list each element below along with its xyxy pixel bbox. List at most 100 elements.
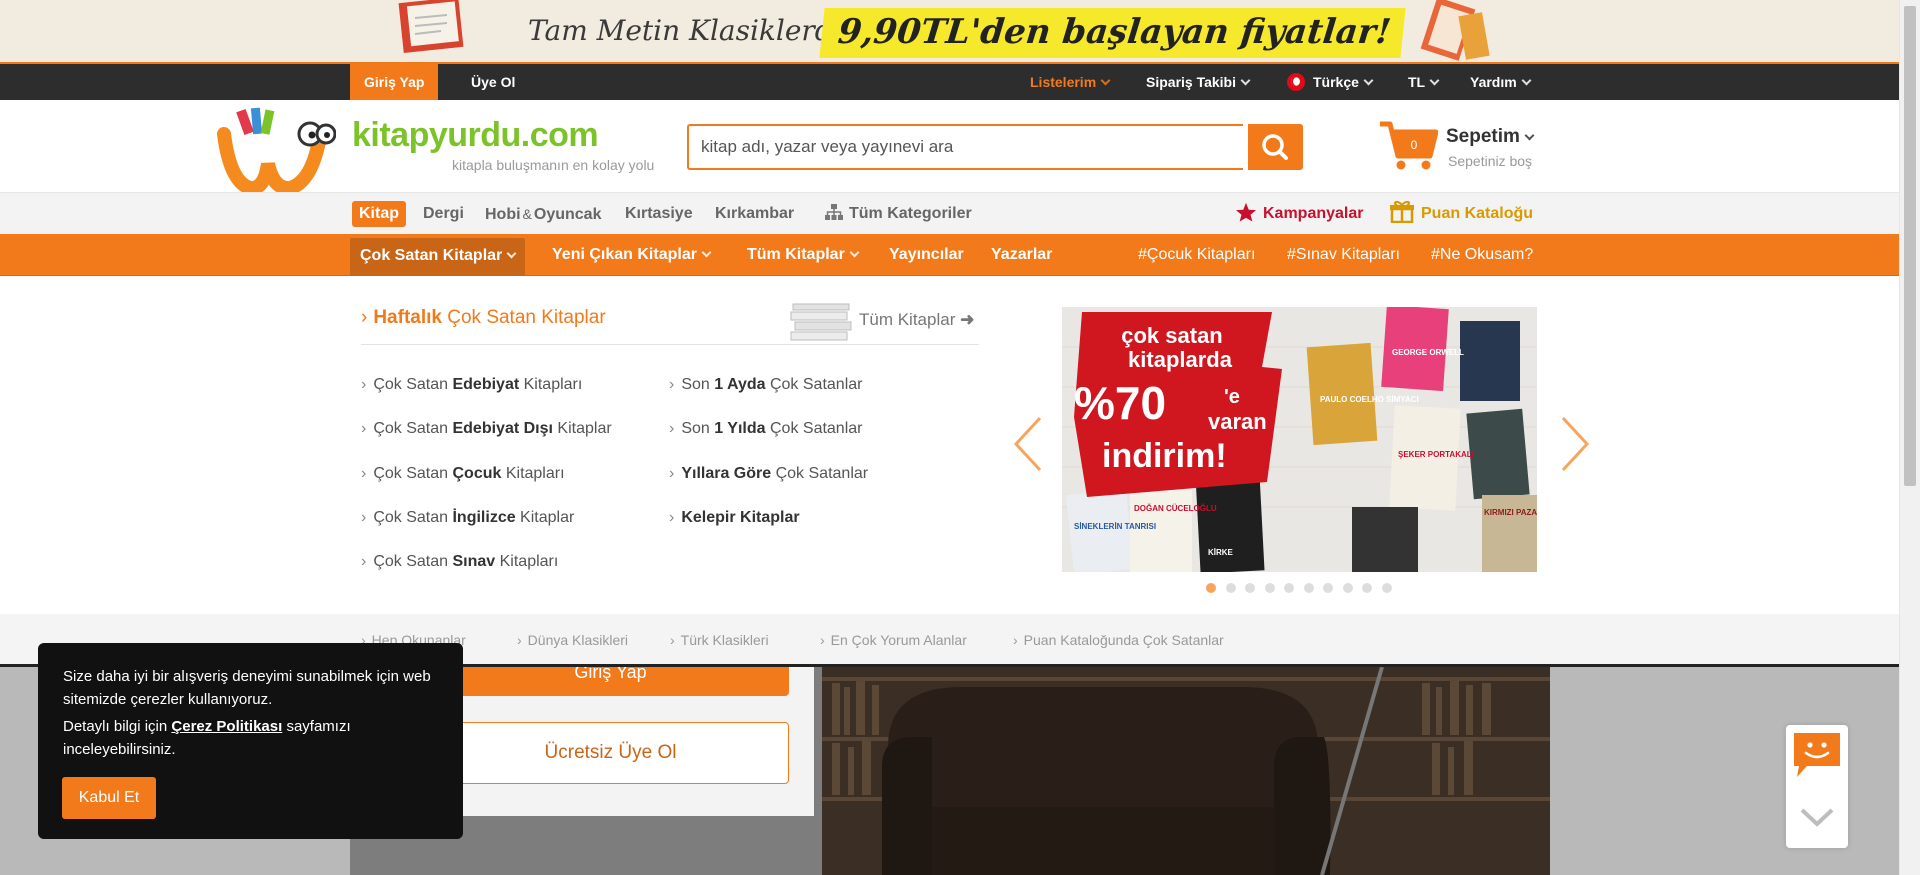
tag-exam-label: Sınav Kitapları <box>1295 246 1400 263</box>
nav-authors[interactable]: Yazarlar <box>991 234 1052 276</box>
accept-cookies-button[interactable]: Kabul Et <box>62 777 156 819</box>
link-bold: 1 Yılda <box>714 420 766 437</box>
scrollbar-thumb[interactable] <box>1904 6 1916 486</box>
link-bold: İngilizce <box>452 509 516 526</box>
link-bold: Kelepir Kitaplar <box>681 509 800 526</box>
search-input[interactable] <box>687 124 1243 170</box>
cart-menu[interactable]: Sepetim <box>1446 126 1535 148</box>
slider-dot[interactable] <box>1362 583 1372 593</box>
all-books-link[interactable]: Tüm Kitaplar ➜ <box>789 298 979 342</box>
search-button[interactable] <box>1248 124 1303 170</box>
slider-next-arrow[interactable] <box>1553 414 1593 474</box>
bestseller-exam-link[interactable]: Çok Satan Sınav Kitapları <box>361 553 558 571</box>
bestseller-literature-link[interactable]: Çok Satan Edebiyat Kitapları <box>361 376 582 394</box>
tag-children-books[interactable]: #Çocuk Kitapları <box>1138 234 1255 276</box>
language-menu[interactable]: Türkçe <box>1287 64 1374 100</box>
login-button[interactable]: Giriş Yap <box>350 64 439 100</box>
campaign-slider[interactable]: PAULO COELHO SİMYACI GEORGE ORWELL ŞEKER… <box>1062 307 1537 572</box>
cart-title: Sepetim <box>1446 126 1520 147</box>
tag-exam-books[interactable]: #Sınav Kitapları <box>1287 234 1400 276</box>
category-kirkambar[interactable]: Kırkambar <box>715 193 794 235</box>
points-catalog-link[interactable]: Puan Kataloğu <box>1389 193 1533 235</box>
quick-link-turkish-classics[interactable]: Türk Klasikleri <box>670 632 769 648</box>
link-bold: Yıllara Göre <box>681 465 772 482</box>
site-logo[interactable]: kitapyurdu.com <box>352 116 599 155</box>
free-signup-button[interactable]: Ücretsiz Üye Ol <box>432 722 789 784</box>
weekly-bestsellers-link[interactable]: › Haftalık Çok Satan Kitaplar <box>361 307 606 329</box>
slider-dot[interactable] <box>1206 583 1216 593</box>
cover-title: GEORGE ORWELL <box>1392 348 1464 357</box>
promo-highlight: 9,90TL'den başlayan fiyatlar! <box>819 8 1406 58</box>
link-pre: Son <box>681 420 715 437</box>
bestseller-last-year-link[interactable]: Son 1 Yılda Çok Satanlar <box>669 420 862 438</box>
nav-new-releases[interactable]: Yeni Çıkan Kitaplar <box>552 234 712 276</box>
currency-menu[interactable]: TL <box>1408 64 1440 100</box>
chevron-down-icon <box>849 247 860 258</box>
cookie-details: Detaylı bilgi için Çerez Politikası sayf… <box>63 715 438 761</box>
slider-dot[interactable] <box>1264 583 1275 593</box>
quick-link-world-classics[interactable]: Dünya Klasikleri <box>517 632 628 648</box>
link-post: Kitapları <box>519 376 583 393</box>
tag-children-label: Çocuk Kitapları <box>1146 246 1256 263</box>
link-bold: Çocuk <box>452 465 502 482</box>
cart-icon[interactable]: 0 <box>1378 118 1438 172</box>
bestseller-last-month-link[interactable]: Son 1 Ayda Çok Satanlar <box>669 376 862 394</box>
link-bold: Edebiyat <box>452 376 520 393</box>
category-dergi[interactable]: Dergi <box>423 193 464 235</box>
chevron-down-icon[interactable] <box>1798 802 1836 832</box>
link-post: Kitaplar <box>515 509 575 526</box>
bestseller-by-year-link[interactable]: Yıllara Göre Çok Satanlar <box>669 465 868 483</box>
book-stack-icon <box>1420 0 1490 61</box>
promo-banner[interactable]: Tam Metin Klasiklerde 9,90TL'den başlaya… <box>0 0 1899 62</box>
bestseller-children-link[interactable]: Çok Satan Çocuk Kitapları <box>361 465 564 483</box>
cookie-text: Size daha iyi bir alışveriş deneyimi sun… <box>63 668 431 708</box>
slider-dot[interactable] <box>1225 583 1236 593</box>
link-pre: Çok Satan <box>373 465 453 482</box>
bestseller-nonfiction-link[interactable]: Çok Satan Edebiyat Dışı Kitaplar <box>361 420 611 438</box>
slider-dot[interactable] <box>1245 583 1255 593</box>
chevron-right-icon: › <box>361 307 368 328</box>
category-all[interactable]: Tüm Kategoriler <box>825 193 972 235</box>
chevron-down-icon <box>701 247 712 258</box>
help-menu[interactable]: Yardım <box>1470 64 1532 100</box>
books-stack-icon <box>790 303 852 341</box>
slider-prev-arrow[interactable] <box>1010 414 1050 474</box>
tag-what-to-read[interactable]: #Ne Okusam? <box>1431 234 1533 276</box>
category-kitap[interactable]: Kitap <box>352 201 406 227</box>
slider-dot[interactable] <box>1303 583 1314 593</box>
link-bold: 1 Ayda <box>714 376 766 393</box>
slider-dot[interactable] <box>1284 583 1294 593</box>
slider-dot[interactable] <box>1323 583 1333 593</box>
category-bar: Kitap Dergi Hobi & Oyuncak Kırtasiye Kırka… <box>0 192 1899 234</box>
nav-all-books-label: Tüm Kitaplar <box>747 246 845 263</box>
quick-link-points-bestsellers[interactable]: Puan Kataloğunda Çok Satanlar <box>1013 632 1224 648</box>
chevron-down-icon <box>1100 75 1111 86</box>
login-submit-button[interactable]: Giriş Yap <box>432 667 789 696</box>
slider-dot[interactable] <box>1381 583 1392 593</box>
signup-button[interactable]: Üye Ol <box>457 64 529 100</box>
cookie-policy-link[interactable]: Çerez Politikası <box>171 718 282 735</box>
bargain-books-link[interactable]: Kelepir Kitaplar <box>669 509 800 527</box>
nav-all-books[interactable]: Tüm Kitaplar <box>747 234 860 276</box>
category-hobi-oyuncak[interactable]: Hobi & Oyuncak <box>485 193 601 235</box>
bestseller-english-link[interactable]: Çok Satan İngilizce Kitaplar <box>361 509 574 527</box>
quick-link-most-reviewed[interactable]: En Çok Yorum Alanlar <box>820 632 967 648</box>
chat-icon[interactable] <box>1791 730 1843 780</box>
nav-bestsellers[interactable]: Çok Satan Kitaplar <box>350 238 526 276</box>
promo-text: Tam Metin Klasiklerde <box>528 14 850 47</box>
nav-publishers[interactable]: Yayıncılar <box>889 234 964 276</box>
logo-mascot-icon[interactable] <box>216 104 336 194</box>
hash-icon: # <box>1431 246 1440 263</box>
link-post: Çok Satanlar <box>765 420 863 437</box>
slide-varan: varan <box>1208 409 1267 434</box>
slider-dot[interactable] <box>1342 583 1353 593</box>
all-books-label: Tüm Kitaplar ➜ <box>859 310 974 330</box>
link-pre: Son <box>681 376 715 393</box>
order-tracking-menu[interactable]: Sipariş Takibi <box>1146 64 1251 100</box>
category-kirtasiye[interactable]: Kırtasiye <box>625 193 693 235</box>
slide-line2: kitaplarda <box>1128 347 1233 372</box>
all-books-text: Tüm Kitaplar <box>859 310 956 329</box>
campaigns-link[interactable]: Kampanyalar <box>1235 193 1364 235</box>
my-lists-menu[interactable]: Listelerim <box>1030 64 1111 100</box>
slide-suffix: 'e <box>1224 386 1240 408</box>
